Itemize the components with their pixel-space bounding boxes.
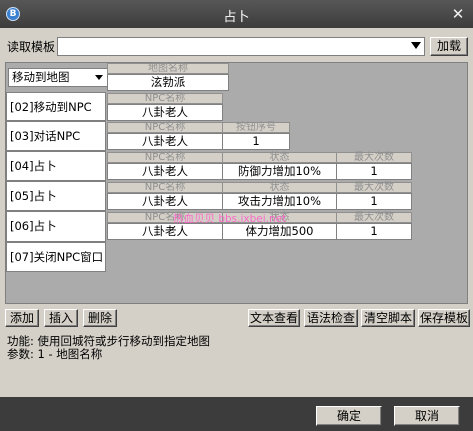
close-icon[interactable]: ✕ xyxy=(449,5,467,23)
add-button[interactable]: 添加 xyxy=(5,309,39,327)
command-row[interactable]: [06]占卜 xyxy=(6,211,106,242)
window-title: 占卜 xyxy=(223,10,250,25)
template-combo[interactable] xyxy=(57,37,425,56)
field-header: 状态 xyxy=(222,152,337,163)
command-row[interactable]: [05]占卜 xyxy=(6,181,106,211)
field-value-max-count[interactable]: 1 xyxy=(336,193,412,210)
field-value-status[interactable]: 攻击力增加10% xyxy=(222,193,337,210)
cancel-button[interactable]: 取消 xyxy=(394,406,460,426)
field-value-max-count[interactable]: 1 xyxy=(336,163,412,180)
command-label: 移动到地图 xyxy=(12,70,70,84)
ok-button[interactable]: 确定 xyxy=(316,406,382,426)
chevron-down-icon[interactable] xyxy=(95,75,103,80)
field-header: 最大次数 xyxy=(336,152,412,163)
field-header: 状态 xyxy=(222,182,337,193)
parameter-description: 参数: 1 - 地图名称 xyxy=(7,347,103,361)
field-value-button-index[interactable]: 1 xyxy=(222,133,290,150)
title-bar: B 占卜 ✕ xyxy=(0,0,473,28)
field-value-npc-name[interactable]: 八卦老人 xyxy=(107,163,223,180)
clear-script-button[interactable]: 清空脚本 xyxy=(361,309,415,327)
field-header: 最大次数 xyxy=(336,212,412,223)
field-value-npc-name[interactable]: 八卦老人 xyxy=(107,133,223,150)
watermark: 热血贝贝 bbs.ixbei.net xyxy=(173,213,287,225)
field-value-npc-name[interactable]: 八卦老人 xyxy=(107,104,223,121)
command-row[interactable]: [07]关闭NPC窗口 xyxy=(6,242,106,272)
field-value-map-name[interactable]: 泫勃派 xyxy=(107,74,229,91)
save-template-button[interactable]: 保存模板 xyxy=(418,309,470,327)
field-header: NPC名称 xyxy=(107,93,223,104)
delete-button[interactable]: 删除 xyxy=(83,309,117,327)
field-header: NPC名称 xyxy=(107,122,223,133)
command-row[interactable]: [03]对话NPC xyxy=(6,121,106,151)
field-header: NPC名称 xyxy=(107,152,223,163)
field-header: 最大次数 xyxy=(336,182,412,193)
field-value-status[interactable]: 防御力增加10% xyxy=(222,163,337,180)
script-area[interactable]: 移动到地图 地图名称 泫勃派 [02]移动到NPC NPC名称 八卦老人 [03… xyxy=(5,62,468,304)
view-text-button[interactable]: 文本查看 xyxy=(248,309,300,327)
field-header: 地图名称 xyxy=(107,63,229,74)
command-row[interactable]: [04]占卜 xyxy=(6,151,106,181)
field-value-npc-name[interactable]: 八卦老人 xyxy=(107,193,223,210)
chevron-down-icon[interactable] xyxy=(411,42,421,49)
footer-bar: 确定 取消 xyxy=(0,397,473,431)
template-label: 读取模板 xyxy=(7,40,56,54)
insert-button[interactable]: 插入 xyxy=(44,309,78,327)
field-header: NPC名称 xyxy=(107,182,223,193)
command-row[interactable]: [02]移动到NPC xyxy=(6,92,106,121)
command-select-move-to-map[interactable]: 移动到地图 xyxy=(8,68,108,87)
syntax-check-button[interactable]: 语法检查 xyxy=(304,309,358,327)
load-button[interactable]: 加载 xyxy=(430,37,468,56)
field-header: 按钮序号 xyxy=(222,122,290,133)
field-value-max-count[interactable]: 1 xyxy=(336,223,412,240)
